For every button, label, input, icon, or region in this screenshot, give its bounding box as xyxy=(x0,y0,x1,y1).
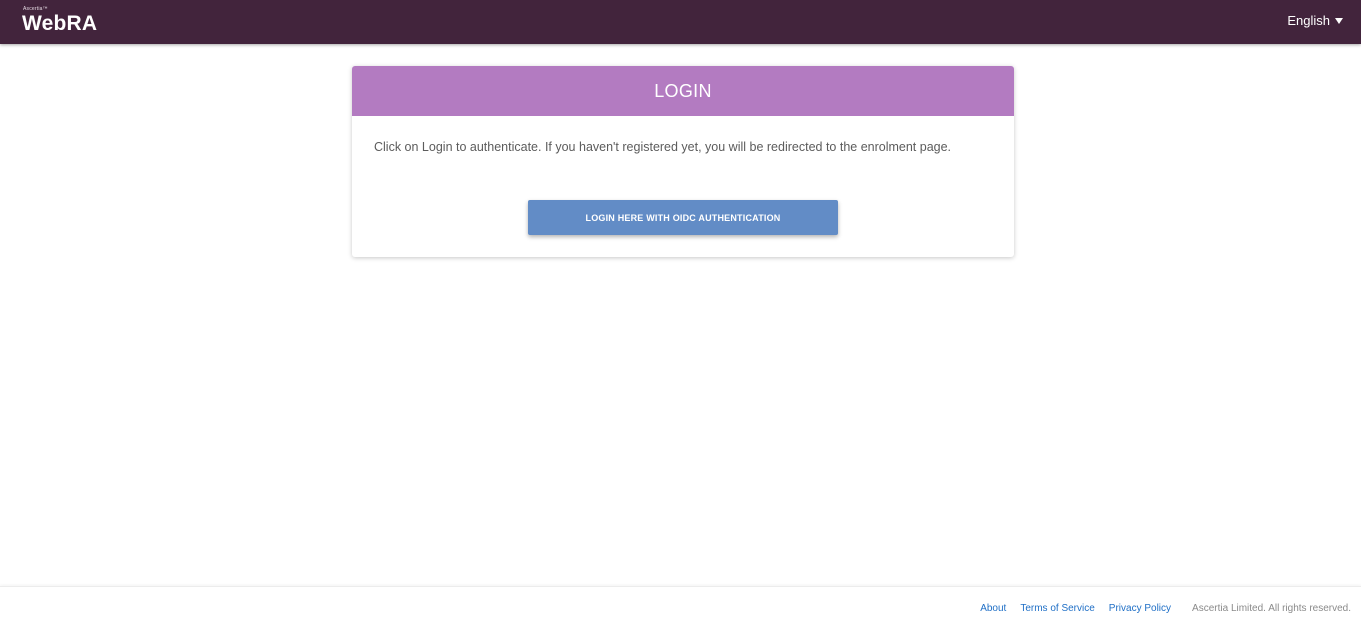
login-card-header: LOGIN xyxy=(352,66,1014,116)
oidc-login-button[interactable]: LOGIN HERE WITH OIDC AUTHENTICATION xyxy=(528,200,838,235)
language-selector[interactable]: English xyxy=(1287,13,1343,29)
about-link[interactable]: About xyxy=(980,603,1006,614)
privacy-policy-link[interactable]: Privacy Policy xyxy=(1109,603,1171,614)
language-label: English xyxy=(1287,13,1330,28)
top-navbar: Ascertia™ WebRA English xyxy=(0,0,1361,44)
login-title: LOGIN xyxy=(654,80,712,101)
caret-down-icon xyxy=(1335,18,1343,24)
footer-links: About Terms of Service Privacy Policy As… xyxy=(980,603,1351,614)
login-card: LOGIN Click on Login to authenticate. If… xyxy=(352,66,1014,257)
webra-logo[interactable]: Ascertia™ WebRA xyxy=(22,6,97,36)
terms-of-service-link[interactable]: Terms of Service xyxy=(1020,603,1094,614)
logo-product-text: WebRA xyxy=(22,12,98,35)
login-message: Click on Login to authenticate. If you h… xyxy=(374,140,952,154)
copyright-text: Ascertia Limited. All rights reserved. xyxy=(1192,603,1351,614)
footer: About Terms of Service Privacy Policy As… xyxy=(0,586,1361,631)
